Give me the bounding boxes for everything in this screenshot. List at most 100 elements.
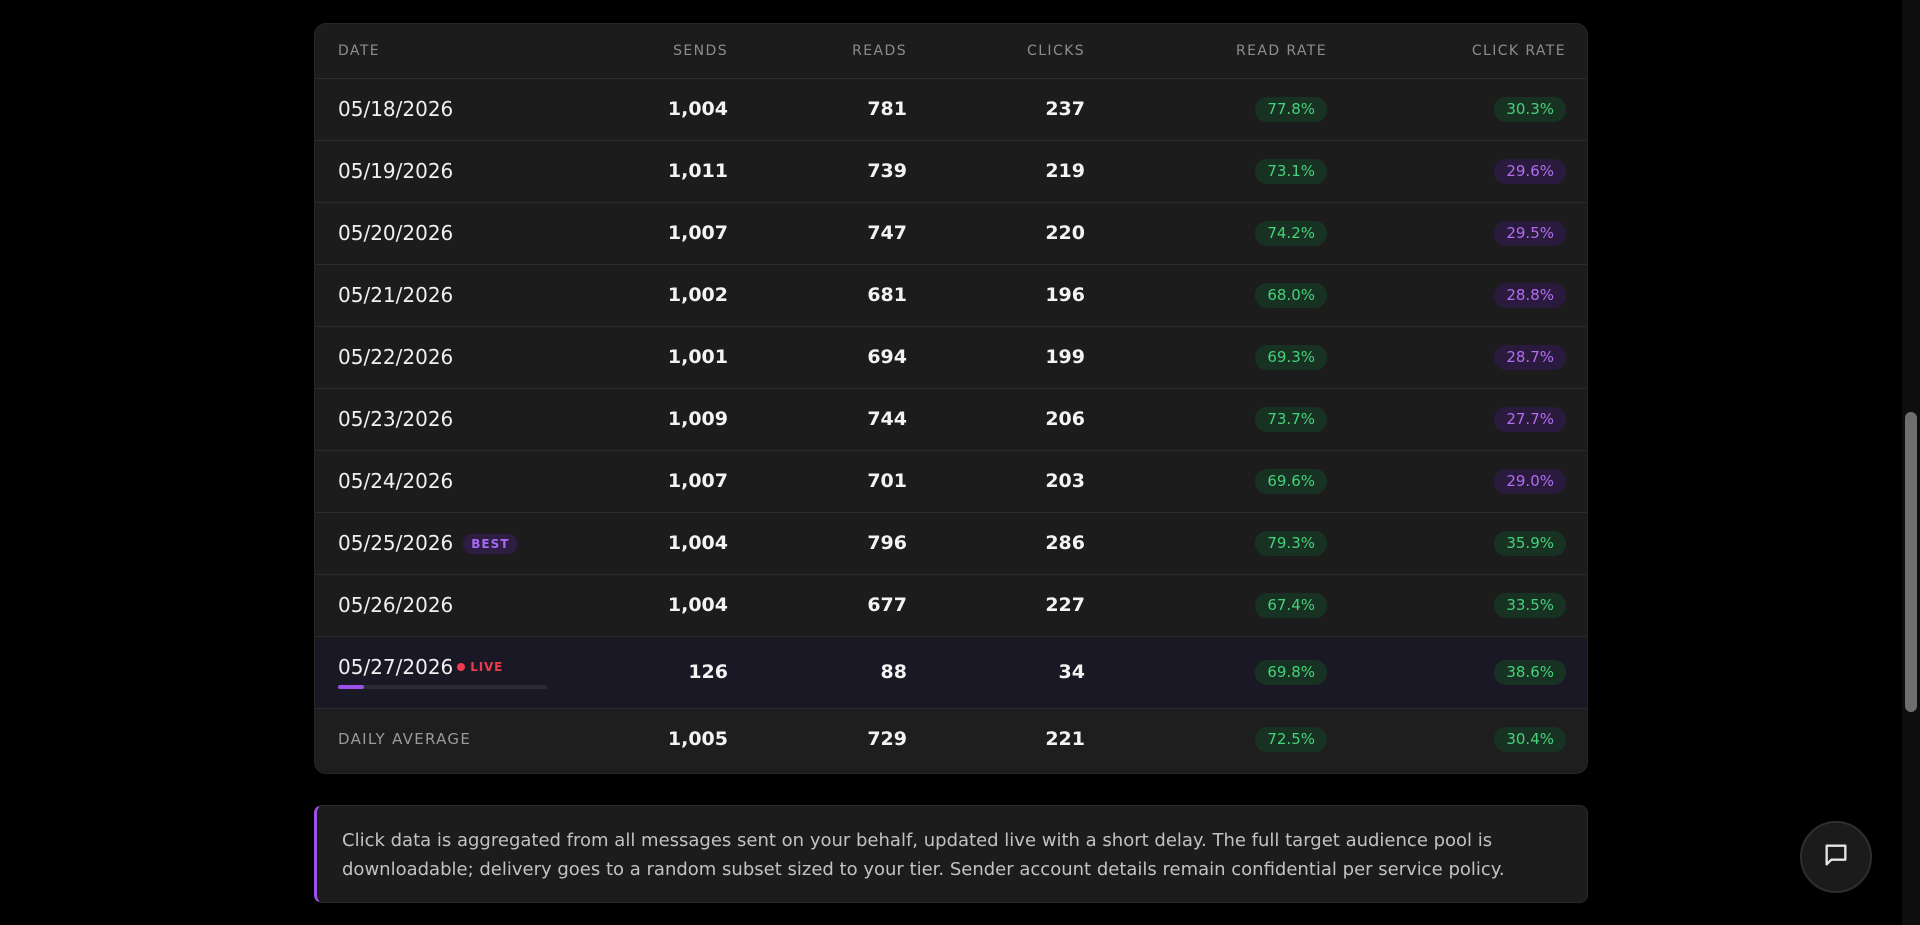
header-click-rate: CLICK RATE: [1350, 24, 1587, 79]
live-date-block: 05/27/2026 LIVE: [338, 655, 547, 689]
row-read-rate: 73.7%: [1108, 388, 1350, 451]
date-text: 05/23/2026: [338, 407, 454, 431]
row-clicks: 203: [930, 450, 1108, 513]
row-reads: 694: [751, 326, 930, 389]
row-date: 05/19/2026: [315, 140, 601, 203]
row-click-rate: 33.5%: [1350, 574, 1587, 637]
row-read-rate: 74.2%: [1108, 202, 1350, 265]
daily-stats-table-card: DATE SENDS READS CLICKS READ RATE CLICK …: [314, 23, 1588, 774]
date-text: 05/20/2026: [338, 221, 454, 245]
best-badge: BEST: [463, 534, 518, 554]
row-read-rate: 79.3%: [1108, 512, 1350, 575]
live-dot-icon: [457, 663, 466, 671]
row-sends: 1,002: [601, 264, 751, 327]
row-sends: 1,011: [601, 140, 751, 203]
read-rate-pill: 77.8%: [1255, 96, 1327, 122]
daily-average-label: DAILY AVERAGE: [338, 730, 472, 749]
avg-click-rate: 30.4%: [1350, 708, 1587, 770]
live-label: LIVE: [470, 660, 504, 674]
avg-sends: 1,005: [667, 728, 728, 751]
table-row: 05/20/2026 1,007 747 220 74.2% 29.5%: [315, 202, 1587, 265]
header-date: DATE: [315, 24, 601, 79]
live-row: 05/27/2026 LIVE 126 88 34 69.8% 38.6%: [315, 636, 1587, 709]
avg-reads: 729: [867, 728, 907, 751]
date-text: 05/25/2026: [338, 531, 454, 555]
row-clicks: 220: [930, 202, 1108, 265]
row-sends: 1,004: [601, 512, 751, 575]
row-sends: 1,004: [601, 574, 751, 637]
row-read-rate: 73.1%: [1108, 140, 1350, 203]
table-row: 05/21/2026 1,002 681 196 68.0% 28.8%: [315, 264, 1587, 327]
read-rate-pill: 67.4%: [1255, 592, 1327, 618]
avg-read-rate: 72.5%: [1108, 708, 1350, 770]
row-date: 05/25/2026 BEST: [315, 512, 601, 575]
row-click-rate: 27.7%: [1350, 388, 1587, 451]
row-reads: 796: [751, 512, 930, 575]
table-row: 05/24/2026 1,007 701 203 69.6% 29.0%: [315, 450, 1587, 513]
row-clicks: 227: [930, 574, 1108, 637]
table-row: 05/19/2026 1,011 739 219 73.1% 29.6%: [315, 140, 1587, 203]
row-sends: 1,009: [601, 388, 751, 451]
row-clicks: 237: [930, 78, 1108, 141]
header-reads: READS: [751, 24, 930, 79]
day-progress-fill: [338, 685, 365, 689]
chat-bubble-icon: [1822, 841, 1850, 873]
row-date: 05/24/2026: [315, 450, 601, 513]
row-sends: 1,007: [601, 450, 751, 513]
avg-clicks: 221: [1045, 728, 1085, 751]
row-sends: 1,004: [601, 78, 751, 141]
read-rate-pill: 73.1%: [1255, 158, 1327, 184]
table-row: 05/18/2026 1,004 781 237 77.8% 30.3%: [315, 78, 1587, 141]
row-date: 05/18/2026: [315, 78, 601, 141]
row-reads: 739: [751, 140, 930, 203]
row-read-rate: 77.8%: [1108, 78, 1350, 141]
read-rate-pill: 69.3%: [1255, 344, 1327, 370]
click-rate-pill: 28.7%: [1494, 344, 1566, 370]
daily-stats-table: DATE SENDS READS CLICKS READ RATE CLICK …: [315, 24, 1587, 770]
row-read-rate: 69.8%: [1108, 636, 1350, 709]
row-date: 05/20/2026: [315, 202, 601, 265]
page: DATE SENDS READS CLICKS READ RATE CLICK …: [0, 0, 1920, 925]
info-notice: Click data is aggregated from all messag…: [314, 805, 1588, 903]
date-text: 05/22/2026: [338, 345, 454, 369]
date-text: 05/26/2026: [338, 593, 454, 617]
read-rate-pill: 73.7%: [1255, 406, 1327, 432]
header-sends: SENDS: [601, 24, 751, 79]
read-rate-pill: 72.5%: [1255, 726, 1327, 752]
daily-average-row: DAILY AVERAGE 1,005 729 221 72.5% 30.4%: [315, 708, 1587, 770]
table-header-row: DATE SENDS READS CLICKS READ RATE CLICK …: [315, 24, 1587, 79]
row-sends: 1,007: [601, 202, 751, 265]
read-rate-pill: 69.6%: [1255, 468, 1327, 494]
row-read-rate: 68.0%: [1108, 264, 1350, 327]
row-sends: 1,001: [601, 326, 751, 389]
row-reads: 701: [751, 450, 930, 513]
row-clicks: 206: [930, 388, 1108, 451]
click-rate-pill: 29.0%: [1494, 468, 1566, 494]
live-row-date: 05/27/2026 LIVE: [315, 636, 601, 709]
scrollbar-thumb[interactable]: [1905, 412, 1917, 712]
row-reads: 744: [751, 388, 930, 451]
chat-button[interactable]: [1800, 821, 1872, 893]
click-rate-pill: 29.5%: [1494, 220, 1566, 246]
row-reads: 747: [751, 202, 930, 265]
click-rate-pill: 27.7%: [1494, 406, 1566, 432]
click-rate-pill: 29.6%: [1494, 158, 1566, 184]
read-rate-pill: 74.2%: [1255, 220, 1327, 246]
read-rate-pill: 79.3%: [1255, 530, 1327, 556]
row-reads: 681: [751, 264, 930, 327]
row-click-rate: 35.9%: [1350, 512, 1587, 575]
row-clicks: 286: [930, 512, 1108, 575]
row-click-rate: 30.3%: [1350, 78, 1587, 141]
row-clicks: 199: [930, 326, 1108, 389]
row-reads: 677: [751, 574, 930, 637]
read-rate-pill: 69.8%: [1255, 659, 1327, 685]
date-text: 05/24/2026: [338, 469, 454, 493]
row-date: 05/22/2026: [315, 326, 601, 389]
row-click-rate: 28.7%: [1350, 326, 1587, 389]
table-row: 05/25/2026 BEST 1,004 796 286 79.3% 35.9%: [315, 512, 1587, 575]
row-clicks: 219: [930, 140, 1108, 203]
row-read-rate: 69.6%: [1108, 450, 1350, 513]
live-date-top: 05/27/2026 LIVE: [338, 655, 547, 679]
row-read-rate: 67.4%: [1108, 574, 1350, 637]
row-click-rate: 28.8%: [1350, 264, 1587, 327]
